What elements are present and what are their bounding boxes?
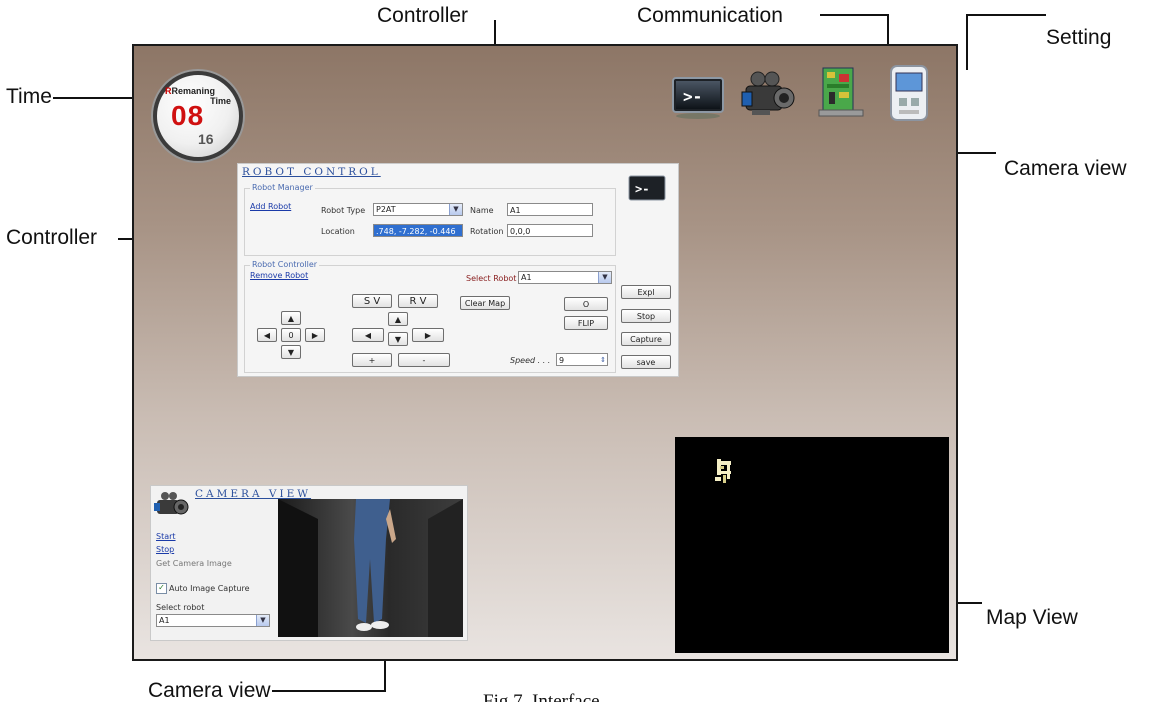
rotation-field[interactable]: 0,0,0	[507, 224, 593, 237]
robot-control-panel: ROBOT CONTROL >- Robot Manager Add Robot…	[237, 163, 679, 377]
minus-button[interactable]: -	[398, 353, 450, 367]
flip-button[interactable]: FLIP	[564, 316, 608, 330]
annotation-camera-view-right: Camera view	[1004, 157, 1127, 180]
spinner-icon: ⇕	[600, 356, 606, 364]
camera-feed-image	[278, 499, 463, 637]
arrow-down-icon: ▼	[394, 335, 402, 344]
rotation-label: Rotation	[470, 227, 504, 236]
annotation-map-view: Map View	[986, 606, 1078, 629]
auto-capture-checkbox[interactable]: ✓	[156, 583, 167, 594]
add-robot-link[interactable]: Add Robot	[250, 202, 291, 211]
arrow-down-icon: ▼	[287, 348, 295, 357]
save-button[interactable]: save	[621, 355, 671, 369]
arrow-left-icon: ◀	[263, 331, 271, 340]
name-label: Name	[470, 206, 494, 215]
stop-link[interactable]: Stop	[156, 545, 174, 554]
rotate-button[interactable]: O	[564, 297, 608, 311]
map-explored-area	[715, 459, 731, 483]
clock-time-label: Time	[210, 96, 231, 106]
camera-robot-select[interactable]: A1 ▼	[156, 614, 270, 627]
svg-text:>-: >-	[683, 87, 702, 106]
chevron-down-icon: ▼	[256, 615, 269, 626]
pad-up-button[interactable]: ▲	[281, 311, 301, 325]
remove-robot-link[interactable]: Remove Robot	[250, 271, 308, 280]
speed-up-button[interactable]: ▲	[388, 312, 408, 326]
clock-remaining-label: Remaning	[171, 86, 216, 96]
robot-type-select[interactable]: P2AT ▼	[373, 203, 463, 216]
annotation-controller-left: Controller	[6, 226, 98, 249]
camera-robot-value: A1	[159, 616, 170, 625]
clear-map-button[interactable]: Clear Map	[460, 296, 510, 310]
annotation-controller-top: Controller	[377, 4, 469, 27]
plus-button[interactable]: +	[352, 353, 392, 367]
pad-down-button[interactable]: ▼	[281, 345, 301, 359]
map-view[interactable]	[675, 437, 949, 653]
svg-text:>-: >-	[635, 182, 649, 196]
clock-minutes: 08	[171, 100, 205, 131]
device-icon[interactable]	[887, 64, 931, 128]
select-robot-label: Select Robot	[466, 274, 517, 283]
annotation-setting: Setting	[1046, 26, 1112, 49]
auto-capture-label: Auto Image Capture	[169, 584, 250, 593]
terminal-icon[interactable]: >-	[671, 74, 725, 124]
speed-field[interactable]: 9 ⇕	[556, 353, 608, 366]
arrow-left-icon: ◀	[364, 331, 372, 340]
expl-button[interactable]: Expl	[621, 285, 671, 299]
chevron-down-icon: ▼	[598, 272, 611, 283]
arrow-right-icon: ▶	[424, 331, 432, 340]
pad-center-button[interactable]: 0	[281, 328, 301, 342]
location-field[interactable]: .748, -7.282, -0.446	[373, 224, 463, 237]
get-camera-image-text: Get Camera Image	[156, 559, 232, 568]
panel-terminal-icon[interactable]: >-	[628, 174, 666, 208]
select-robot-dropdown[interactable]: A1 ▼	[518, 271, 612, 284]
robot-controller-legend: Robot Controller	[250, 260, 320, 269]
arrow-right-icon: ▶	[311, 331, 319, 340]
turn-left-button[interactable]: ◀	[352, 328, 384, 342]
robot-control-title: ROBOT CONTROL	[242, 166, 381, 178]
remaining-time-clock: RRemaning Time 08 16	[153, 71, 243, 161]
camcorder-icon[interactable]	[738, 70, 796, 126]
sv-button[interactable]: S V	[352, 294, 392, 308]
annotation-communication: Communication	[637, 4, 783, 27]
start-link[interactable]: Start	[156, 532, 176, 541]
speed-value: 9	[559, 356, 565, 365]
clock-seconds: 16	[198, 131, 214, 147]
circuit-board-icon[interactable]	[817, 66, 865, 124]
camcorder-icon	[153, 492, 191, 526]
annotation-camera-view-bottom: Camera view	[148, 679, 271, 702]
location-label: Location	[321, 227, 355, 236]
select-robot-value: A1	[521, 273, 532, 282]
figure-caption: Fig.7. Interface	[483, 691, 600, 702]
robot-type-label: Robot Type	[321, 206, 366, 215]
interface-screenshot: RRemaning Time 08 16 >- ROBOT CONTROL >-…	[132, 44, 958, 661]
arrow-up-icon: ▲	[394, 315, 402, 324]
robot-manager-fieldset	[244, 188, 616, 256]
turn-right-button[interactable]: ▶	[412, 328, 444, 342]
camera-view-panel: CAMERA VIEW Start Stop Get Camera Image …	[150, 485, 468, 641]
rv-button[interactable]: R V	[398, 294, 438, 308]
select-robot-camera-label: Select robot	[156, 603, 205, 612]
robot-manager-legend: Robot Manager	[250, 183, 315, 192]
speed-label: Speed . . .	[510, 356, 551, 365]
arrow-up-icon: ▲	[287, 314, 295, 323]
chevron-down-icon: ▼	[449, 204, 462, 215]
stop-button[interactable]: Stop	[621, 309, 671, 323]
pad-left-button[interactable]: ◀	[257, 328, 277, 342]
pad-right-button[interactable]: ▶	[305, 328, 325, 342]
name-field[interactable]: A1	[507, 203, 593, 216]
speed-down-button[interactable]: ▼	[388, 332, 408, 346]
capture-button[interactable]: Capture	[621, 332, 671, 346]
annotation-time: Time	[6, 85, 52, 108]
robot-type-value: P2AT	[376, 205, 396, 214]
